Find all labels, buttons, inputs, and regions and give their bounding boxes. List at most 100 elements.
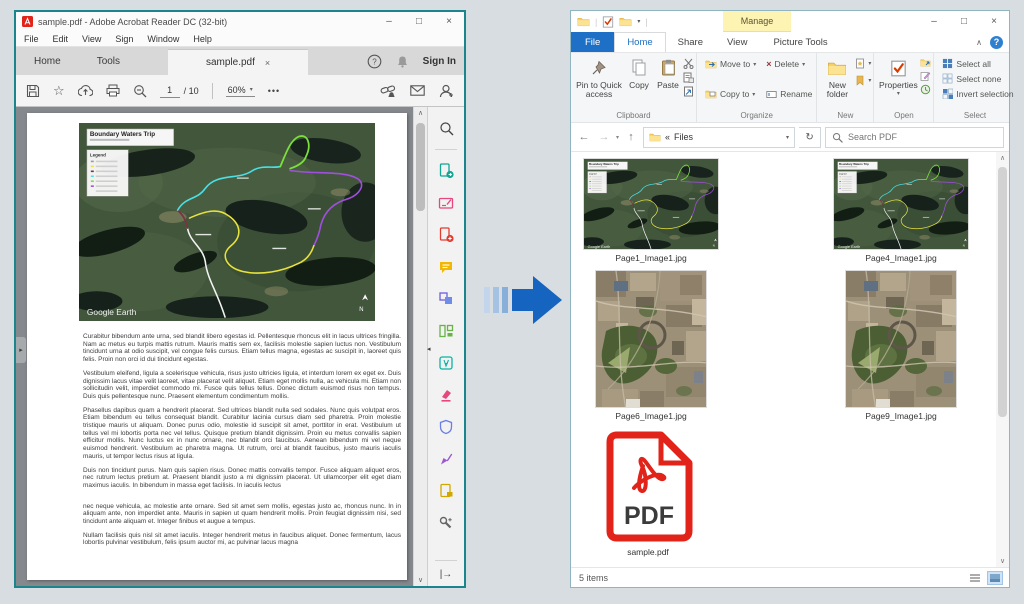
file-tile[interactable]: Page1_Image1.jpg	[583, 158, 719, 263]
delete-button[interactable]: × Delete ▾	[766, 59, 812, 69]
recent-locations-chevron-icon[interactable]: ▾	[616, 134, 619, 141]
back-icon[interactable]: ←	[576, 131, 592, 143]
minimize-button[interactable]: –	[919, 11, 949, 32]
combine-files-icon[interactable]	[433, 286, 459, 312]
history-icon[interactable]	[920, 84, 931, 95]
page-number-input[interactable]	[160, 83, 180, 98]
redact-tool-icon[interactable]	[433, 382, 459, 408]
more-tools-overflow-button[interactable]: •••	[268, 86, 280, 96]
folder-icon[interactable]	[619, 16, 632, 27]
scroll-up-icon[interactable]: ∧	[414, 109, 427, 117]
move-to-button[interactable]: Move to ▾	[705, 59, 756, 69]
file-tile[interactable]: Page9_Image1.jpg	[845, 270, 957, 421]
tab-tools[interactable]: Tools	[79, 49, 138, 75]
scrollbar-thumb[interactable]	[416, 123, 425, 211]
thumbnail-view-icon[interactable]	[987, 571, 1003, 585]
edit-icon[interactable]	[920, 71, 931, 81]
qat-customize-chevron-icon[interactable]: ▾	[637, 18, 640, 25]
copy-button[interactable]: Copy	[625, 55, 653, 92]
refresh-button[interactable]: ↻	[799, 127, 821, 148]
zoom-level-dropdown[interactable]: 60% ▾	[226, 85, 255, 97]
menu-help[interactable]: Help	[193, 34, 212, 44]
breadcrumb-collapsed[interactable]: «	[665, 132, 670, 142]
comment-tool-icon[interactable]	[433, 254, 459, 280]
details-view-icon[interactable]	[967, 571, 983, 585]
content-scrollbar[interactable]: ∧ ∨	[996, 152, 1009, 567]
edit-pdf-icon[interactable]	[433, 190, 459, 216]
close-button[interactable]: ×	[434, 12, 464, 31]
open-icon[interactable]	[920, 58, 931, 68]
file-tile[interactable]: Page4_Image1.jpg	[833, 158, 969, 263]
save-icon[interactable]	[26, 84, 40, 98]
properties-button[interactable]: Properties ▾	[876, 55, 920, 101]
rename-button[interactable]: Rename	[766, 89, 812, 99]
tab-picture-tools[interactable]: Picture Tools	[761, 32, 839, 52]
help-icon[interactable]: ?	[990, 36, 1003, 49]
paste-shortcut-icon[interactable]	[683, 86, 694, 97]
share-link-icon[interactable]	[380, 84, 396, 97]
invert-selection-button[interactable]: Invert selection	[942, 88, 1013, 99]
folder-icon[interactable]	[577, 16, 590, 27]
export-pdf-icon[interactable]	[433, 158, 459, 184]
select-none-button[interactable]: Select none	[942, 73, 1001, 84]
menu-window[interactable]: Window	[147, 34, 179, 44]
search-tool-icon[interactable]	[433, 115, 459, 141]
new-item-button[interactable]: ▾	[855, 58, 871, 69]
copy-to-button[interactable]: Copy to ▾	[705, 89, 756, 99]
breadcrumb-folder[interactable]: Files	[674, 132, 693, 142]
help-icon[interactable]: ?	[367, 54, 382, 69]
close-document-icon[interactable]: ×	[265, 50, 270, 76]
sign-in-button[interactable]: Sign In	[423, 56, 456, 67]
print-icon[interactable]	[106, 84, 120, 97]
tab-view[interactable]: View	[715, 32, 759, 52]
breadcrumb[interactable]: « Files ▾	[643, 127, 795, 148]
collapse-ribbon-icon[interactable]: ∧	[976, 38, 982, 47]
collapse-pane-handle[interactable]: ◂	[427, 345, 431, 353]
search-box[interactable]	[825, 127, 1004, 148]
new-folder-button[interactable]: New folder	[819, 55, 855, 101]
document-scrollbar[interactable]: ∧ ∨	[413, 107, 427, 586]
tab-share[interactable]: Share	[666, 32, 715, 52]
maximize-button[interactable]: □	[404, 12, 434, 31]
notifications-bell-icon[interactable]	[396, 55, 409, 68]
minimize-button[interactable]: –	[374, 12, 404, 31]
share-upload-icon[interactable]	[78, 84, 93, 97]
navigation-pane-handle[interactable]: ▸	[16, 337, 26, 363]
copy-path-icon[interactable]	[683, 72, 694, 83]
account-person-icon[interactable]	[439, 84, 454, 98]
email-envelope-icon[interactable]	[410, 85, 425, 96]
easy-access-button[interactable]: ▾	[855, 75, 871, 86]
more-tools-wrench-icon[interactable]	[433, 510, 459, 536]
expand-pane-icon[interactable]: |→	[440, 569, 453, 580]
star-favorites-icon[interactable]: ☆	[53, 83, 65, 99]
menu-edit[interactable]: Edit	[53, 34, 69, 44]
menu-file[interactable]: File	[24, 34, 39, 44]
file-tile[interactable]: PDF sample.pdf	[601, 430, 695, 557]
cut-icon[interactable]	[683, 58, 694, 69]
tab-home[interactable]: Home	[16, 49, 79, 75]
tab-file[interactable]: File	[571, 32, 614, 52]
scrollbar-thumb[interactable]	[998, 167, 1007, 417]
maximize-button[interactable]: □	[949, 11, 979, 32]
tab-document[interactable]: sample.pdf ×	[168, 49, 308, 75]
compress-pdf-icon[interactable]	[433, 350, 459, 376]
menu-view[interactable]: View	[82, 34, 101, 44]
create-pdf-icon[interactable]	[433, 222, 459, 248]
up-icon[interactable]: ↑	[623, 131, 639, 143]
organize-pages-icon[interactable]	[433, 318, 459, 344]
scroll-down-icon[interactable]: ∨	[996, 557, 1009, 565]
properties-shortcut-icon[interactable]	[602, 16, 614, 28]
forward-icon[interactable]: →	[596, 131, 612, 143]
select-all-button[interactable]: Select all	[942, 58, 991, 69]
close-button[interactable]: ×	[979, 11, 1009, 32]
send-for-comments-icon[interactable]	[433, 478, 459, 504]
protect-shield-icon[interactable]	[433, 414, 459, 440]
fill-sign-icon[interactable]	[433, 446, 459, 472]
tab-home[interactable]: Home	[614, 32, 665, 52]
file-tile[interactable]: Page6_Image1.jpg	[595, 270, 707, 421]
zoom-out-magnifier-icon[interactable]	[133, 84, 147, 98]
scroll-down-icon[interactable]: ∨	[414, 576, 427, 584]
menu-sign[interactable]: Sign	[115, 34, 133, 44]
scroll-up-icon[interactable]: ∧	[996, 154, 1009, 162]
paste-button[interactable]: Paste	[653, 55, 683, 92]
